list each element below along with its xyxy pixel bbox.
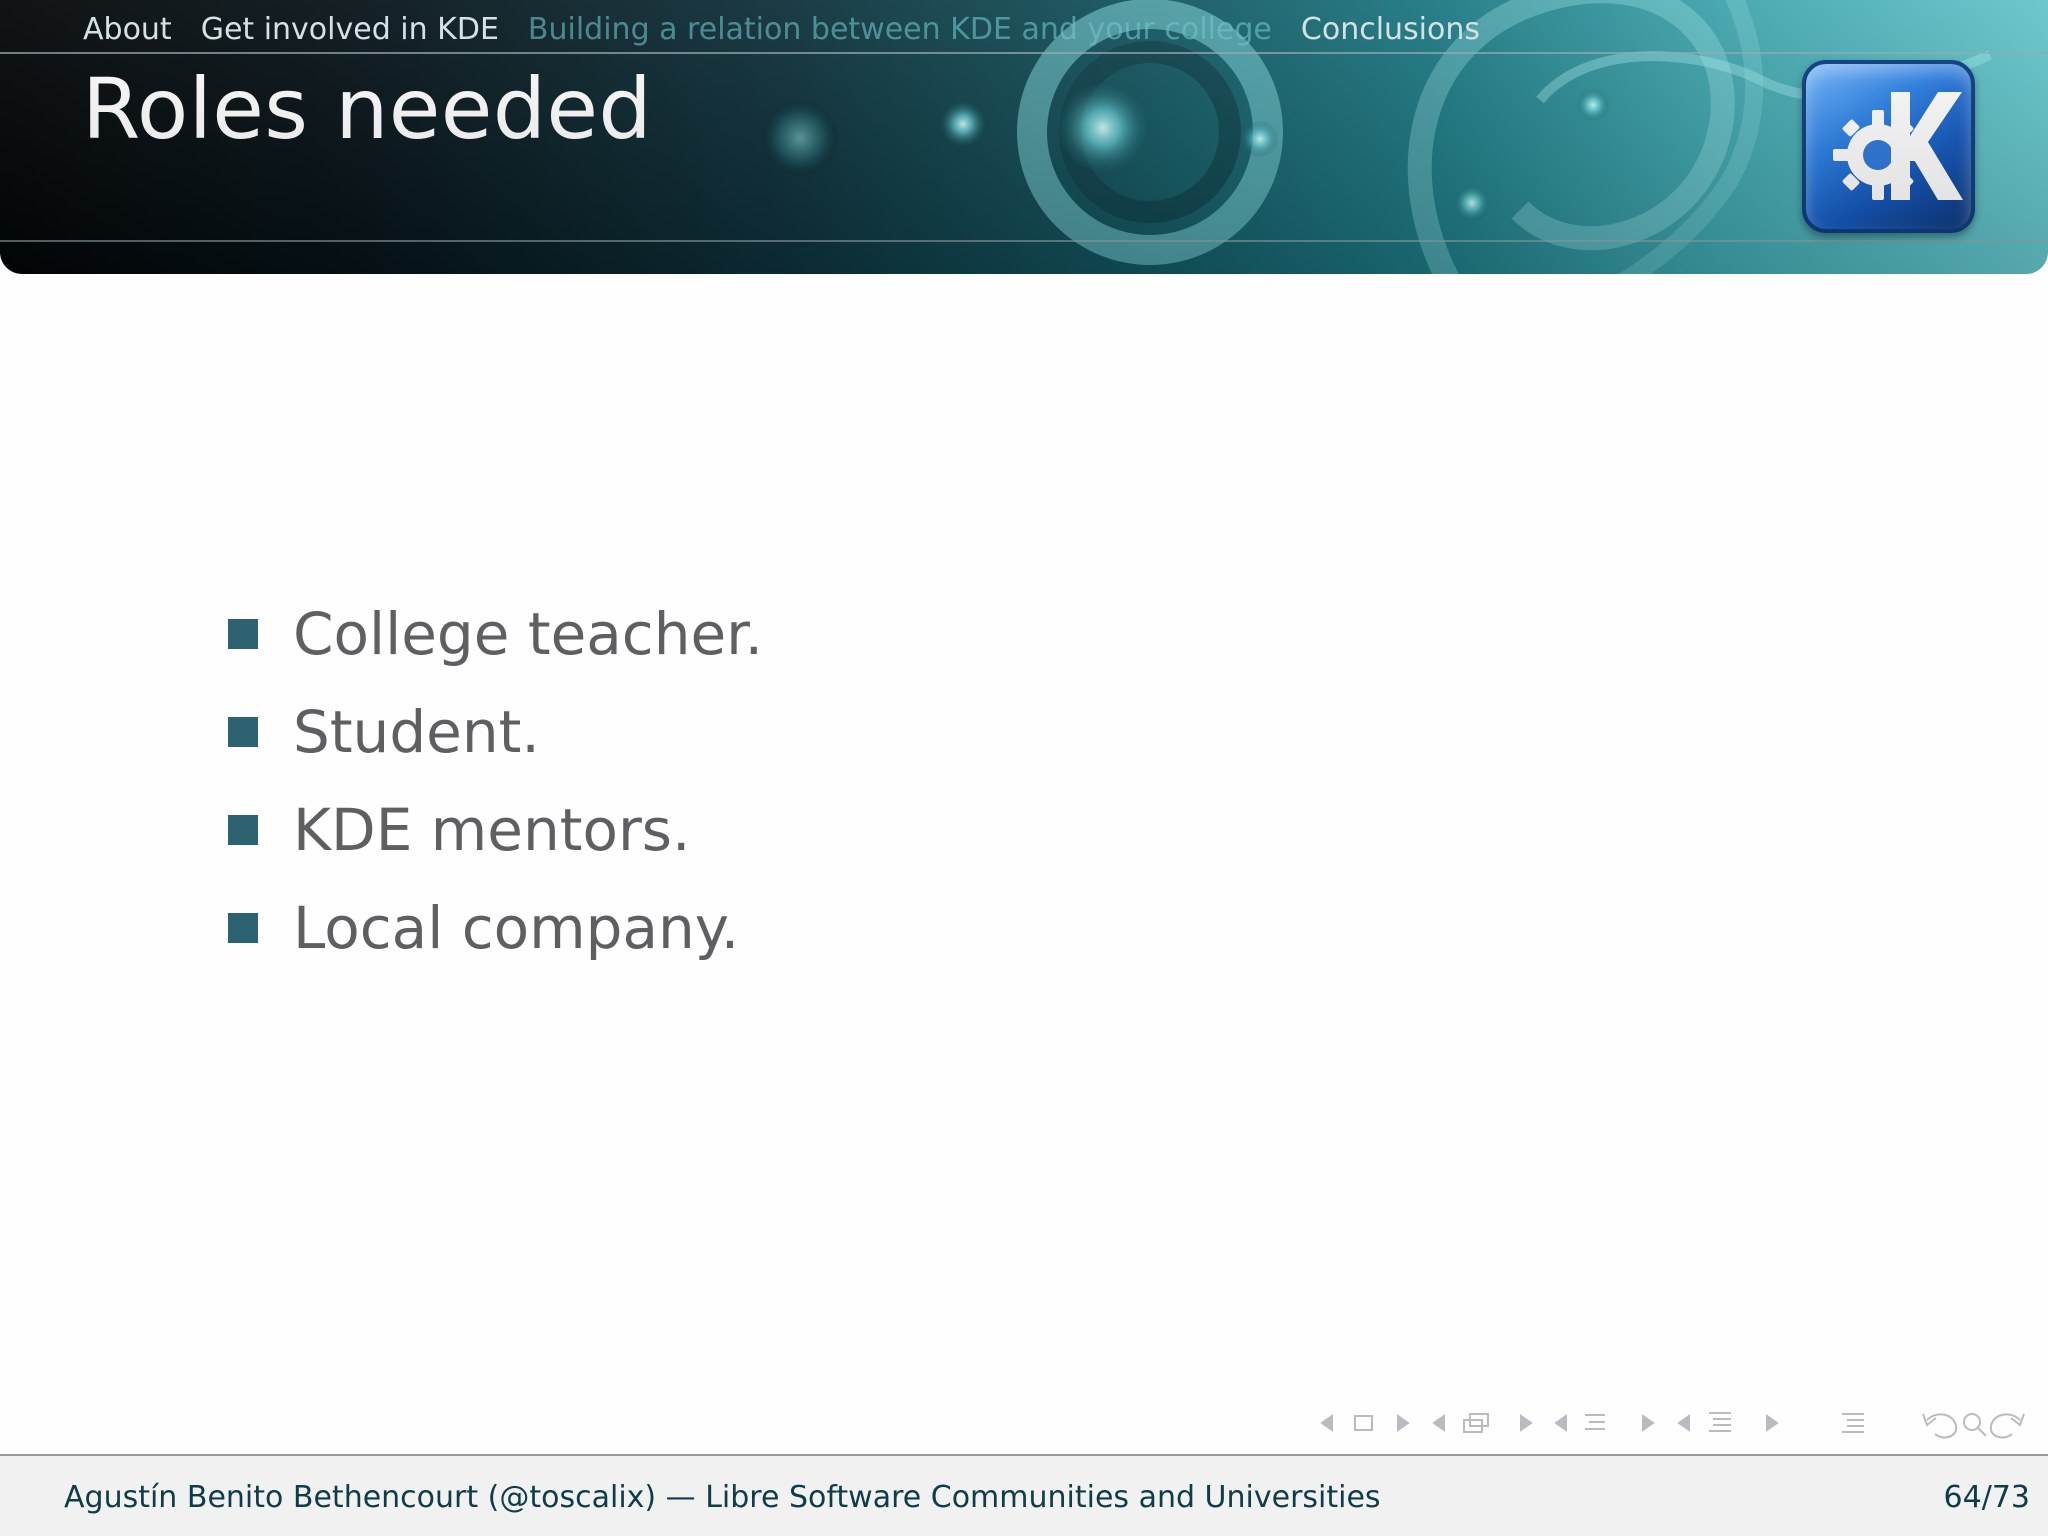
role-label: KDE mentors.	[293, 796, 691, 864]
square-bullet-icon	[228, 815, 258, 845]
slide-header: About Get involved in KDE Building a rel…	[0, 0, 2048, 274]
square-bullet-icon	[228, 913, 258, 943]
square-bullet-icon	[228, 619, 258, 649]
next-frame-icon[interactable]	[1397, 1414, 1410, 1432]
decorative-orb-small-1	[941, 102, 985, 146]
next-section-icon[interactable]	[1642, 1414, 1655, 1432]
author-and-presentation-title: Agustín Benito Bethencourt (@toscalix) —…	[64, 1480, 1381, 1515]
page-number: 64/73	[1943, 1480, 2030, 1515]
subsection-icon[interactable]	[1463, 1413, 1489, 1433]
list-item: College teacher.	[228, 585, 1128, 683]
section-icon[interactable]	[1585, 1414, 1605, 1430]
list-item: KDE mentors.	[228, 781, 1128, 879]
kde-k-letter-icon	[1891, 92, 1963, 200]
kde-logo-icon	[1802, 60, 1975, 233]
decorative-orb-small-3	[1454, 185, 1490, 221]
nav-item-building-relation[interactable]: Building a relation between KDE and your…	[528, 10, 1272, 50]
nav-item-about[interactable]: About	[83, 10, 172, 50]
frame-icon[interactable]	[1354, 1415, 1373, 1431]
previous-section-icon[interactable]	[1554, 1414, 1567, 1432]
next-subsection-icon[interactable]	[1520, 1414, 1533, 1432]
decorative-orb-right	[1577, 89, 1609, 121]
decorative-orb-small-2	[1242, 121, 1278, 157]
roles-bullet-list: College teacher. Student. KDE mentors. L…	[228, 585, 1128, 977]
search-icon[interactable]	[1963, 1413, 1987, 1437]
nav-item-get-involved[interactable]: Get involved in KDE	[201, 10, 499, 50]
role-label: Student.	[293, 698, 540, 766]
redo-icon[interactable]	[1989, 1413, 2021, 1439]
kde-logo-icon	[1833, 92, 1963, 200]
previous-subsection-icon[interactable]	[1432, 1414, 1445, 1432]
slide-title: Roles needed	[82, 60, 652, 158]
section-navigation: About Get involved in KDE Building a rel…	[83, 10, 1480, 50]
square-bullet-icon	[228, 717, 258, 747]
header-top-rule	[0, 52, 2048, 54]
slide-footer: Agustín Benito Bethencourt (@toscalix) —…	[0, 1454, 2048, 1536]
role-label: College teacher.	[293, 600, 764, 668]
previous-section-list-icon[interactable]	[1677, 1414, 1690, 1432]
presentation-slide: About Get involved in KDE Building a rel…	[0, 0, 2048, 1536]
next-section-list-icon[interactable]	[1766, 1414, 1779, 1432]
beamer-navigation-controls	[1312, 1402, 2028, 1444]
header-bottom-rule	[0, 240, 2048, 242]
list-item: Student.	[228, 683, 1128, 781]
decorative-orb-main	[1059, 84, 1147, 172]
previous-frame-icon[interactable]	[1320, 1414, 1333, 1432]
kde-gear-center	[1863, 140, 1893, 170]
nav-item-conclusions[interactable]: Conclusions	[1301, 10, 1480, 50]
undo-icon[interactable]	[1926, 1413, 1958, 1439]
role-label: Local company.	[293, 894, 740, 962]
section-list-icon[interactable]	[1709, 1412, 1731, 1432]
list-item: Local company.	[228, 879, 1128, 977]
decorative-orb-dark	[762, 100, 838, 176]
menu-icon[interactable]	[1842, 1413, 1864, 1433]
